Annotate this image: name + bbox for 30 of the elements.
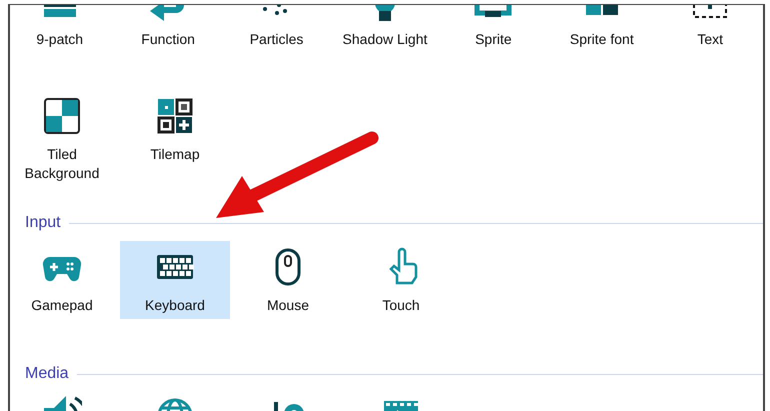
tool-item[interactable]: Particles bbox=[224, 5, 330, 53]
tool-item[interactable]: Keyboard bbox=[120, 241, 230, 319]
item-label: Sprite font bbox=[568, 30, 635, 49]
item-label: Tilemap bbox=[149, 145, 201, 164]
section-header: Input bbox=[25, 213, 61, 233]
item-label: Particles bbox=[248, 30, 304, 49]
item-label: Tiled Background bbox=[24, 145, 100, 183]
item-label: Mouse bbox=[266, 296, 310, 315]
item-label: Function bbox=[140, 30, 196, 49]
tool-item[interactable]: Tilemap bbox=[120, 90, 230, 187]
item-label: Text bbox=[696, 30, 724, 49]
item-label: Gamepad bbox=[30, 296, 94, 315]
tool-item[interactable]: Function bbox=[115, 5, 221, 53]
item-label: Shadow Light bbox=[342, 30, 428, 49]
tool-item[interactable]: Sprite font bbox=[549, 5, 655, 53]
item-label: 9-patch bbox=[35, 30, 84, 49]
tool-item[interactable]: Shadow Light bbox=[332, 5, 438, 53]
tool-item[interactable]: Touch bbox=[346, 241, 456, 319]
tool-item[interactable]: Mouse bbox=[233, 241, 343, 319]
tool-item[interactable]: Sprite bbox=[440, 5, 546, 53]
section-header: Media bbox=[25, 364, 69, 384]
tool-item[interactable]: Tiled Background bbox=[10, 90, 117, 187]
item-label: Sprite bbox=[474, 30, 513, 49]
item-label: Touch bbox=[381, 296, 421, 315]
checkerboard-icon bbox=[42, 96, 82, 136]
tile-grid-icon bbox=[155, 96, 195, 136]
tool-item[interactable]: Text bbox=[658, 5, 763, 53]
item-label: Keyboard bbox=[144, 296, 206, 315]
tool-item[interactable]: Gamepad bbox=[10, 241, 117, 319]
tool-item[interactable]: 9-patch bbox=[10, 5, 112, 53]
